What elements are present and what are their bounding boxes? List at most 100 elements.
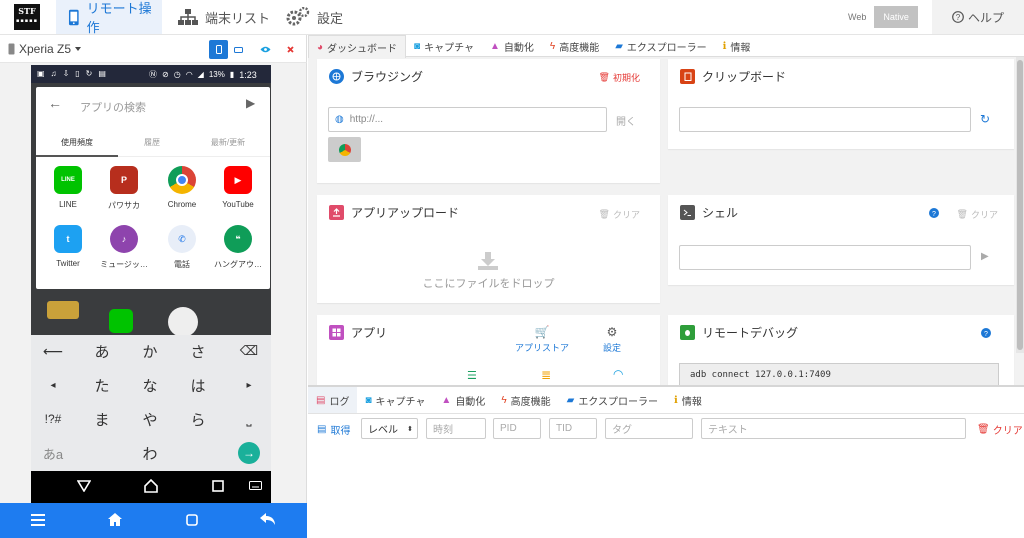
back-arrow-icon[interactable]: ← [48, 95, 62, 111]
question-circle-icon[interactable]: ? [929, 208, 939, 218]
tab-history[interactable]: 履歴 [118, 137, 186, 148]
dashboard-scrollbar[interactable] [1016, 57, 1024, 353]
keyboard-mode-key[interactable]: あa [31, 437, 75, 469]
web-mode-button[interactable]: Web [840, 6, 874, 28]
stf-logo[interactable]: STF ▪▪▪▪▪ [14, 4, 40, 30]
android-keyboard-icon[interactable] [249, 481, 262, 490]
upload-clear-button[interactable]: 🗑 クリア [599, 208, 640, 221]
view-button[interactable] [256, 40, 275, 59]
play-icon[interactable]: ▶ [981, 251, 989, 262]
tab-info[interactable]: ℹ 情報 [715, 35, 759, 57]
reset-button[interactable]: 🗑 初期化 [599, 71, 640, 84]
android-recents-icon[interactable] [212, 480, 224, 492]
back-icon[interactable] [260, 513, 275, 526]
text-filter-input[interactable]: テキスト [701, 418, 966, 439]
tab-info[interactable]: ℹ 情報 [666, 387, 710, 413]
stop-using-button[interactable] [281, 40, 300, 59]
kana-key[interactable]: か [127, 335, 173, 367]
app-music[interactable]: ♪ ミュージッ… [95, 225, 153, 270]
keyboard-right-key[interactable]: ▸ [227, 369, 271, 401]
home-google-icon[interactable] [168, 307, 198, 337]
menu-icon[interactable] [31, 514, 45, 526]
app-pawasaka[interactable]: P パワサカ [95, 166, 153, 211]
app-line[interactable]: LINE LINE [39, 166, 97, 209]
adb-command[interactable]: adb connect 127.0.0.1:7409 [679, 363, 999, 385]
kana-key[interactable]: ま [79, 403, 125, 435]
android-home-icon[interactable] [144, 479, 158, 493]
pid-filter-input[interactable]: PID [493, 418, 541, 439]
app-store-button[interactable]: 🛒 アプリストア [507, 325, 577, 354]
sync-icon: ↻ [85, 69, 93, 78]
square-icon[interactable] [186, 514, 198, 526]
kana-key[interactable]: や [127, 403, 173, 435]
tab-automation[interactable]: ▲ 自動化 [433, 387, 493, 413]
app-hangouts[interactable]: ❝ ハングアウ… [209, 225, 267, 270]
help-button[interactable]: ? ヘルプ [932, 0, 1024, 34]
nav-tab-settings[interactable]: 設定 [286, 0, 343, 34]
punctuation-key[interactable] [175, 437, 221, 469]
chrome-browser-button[interactable] [328, 137, 361, 162]
clipboard-input[interactable] [679, 107, 971, 132]
home-line-icon[interactable] [109, 309, 133, 333]
tab-capture[interactable]: ◙ キャプチャ [406, 35, 482, 57]
app-search-input[interactable]: アプリの検索 [80, 99, 146, 115]
tab-explorer[interactable]: ▰ エクスプローラー [607, 35, 714, 57]
android-back-icon[interactable] [77, 480, 91, 492]
keyboard-space-key[interactable]: ⎵ [227, 403, 271, 435]
home-icon[interactable] [108, 513, 122, 526]
kana-key[interactable]: は [175, 369, 221, 401]
scrollbar-thumb[interactable] [1017, 60, 1023, 350]
native-mode-button[interactable]: Native [874, 6, 918, 28]
list-icon[interactable]: ≣ [541, 368, 551, 382]
wifi-icon[interactable]: ◠ [613, 367, 623, 381]
home-app-icon[interactable] [47, 301, 79, 319]
dakuten-key[interactable] [79, 437, 125, 469]
nav-tab-remote-control[interactable]: リモート操作 [56, 0, 162, 35]
kana-key[interactable]: わ [127, 437, 173, 469]
app-twitter[interactable]: t Twitter [39, 225, 97, 268]
tab-dashboard[interactable]: ◕ ダッシュボード [308, 35, 407, 58]
url-input[interactable]: ◍ http://... [328, 107, 607, 132]
shell-clear-button[interactable]: 🗑 クリア [957, 208, 998, 221]
tag-filter-input[interactable]: タグ [605, 418, 693, 439]
keyboard-enter-key[interactable]: → [238, 442, 260, 464]
shell-input[interactable] [679, 245, 971, 270]
drop-zone-label[interactable]: ここにファイルをドロップ [317, 275, 660, 291]
portrait-button[interactable] [209, 40, 228, 59]
tab-frequent[interactable]: 使用頻度 [36, 137, 118, 148]
tab-capture[interactable]: ◙ キャプチャ [357, 387, 433, 413]
tab-advanced[interactable]: ϟ 高度機能 [493, 387, 558, 413]
kana-key[interactable]: ら [175, 403, 221, 435]
clear-logs-button[interactable]: 🗑 クリア [977, 422, 1023, 437]
tab-advanced[interactable]: ϟ 高度機能 [542, 35, 607, 57]
time-filter-input[interactable]: 時刻 [426, 418, 486, 439]
kana-key[interactable]: あ [79, 335, 125, 367]
app-youtube[interactable]: ▶ YouTube [209, 166, 267, 209]
keyboard-symbol-key[interactable]: !?# [31, 403, 75, 435]
tid-filter-input[interactable]: TID [549, 418, 597, 439]
tab-automation[interactable]: ▲ 自動化 [482, 35, 542, 57]
get-logs-button[interactable]: ▤ 取得 [317, 422, 350, 437]
keyboard-undo-key[interactable]: ⟵ [31, 335, 75, 367]
level-select[interactable]: レベル ⬍ [361, 418, 418, 439]
device-screen[interactable]: ▣ ♫ ⇩ ▯ ↻ ▤ Ⓝ ⊘ ◷ ◠ ◢ 13% ▮ 1:23 ← アプリの検索 ▶ 使用頻度 … [31, 65, 271, 503]
play-store-icon[interactable]: ▶ [246, 96, 255, 110]
tab-explorer[interactable]: ▰ エクスプローラー [559, 387, 666, 413]
settings-button[interactable]: ⚙ 設定 [597, 325, 627, 354]
tab-logs[interactable]: ▤ ログ [308, 387, 358, 413]
refresh-icon[interactable]: ↻ [980, 112, 990, 126]
question-circle-icon[interactable]: ? [981, 328, 991, 338]
keyboard-left-key[interactable]: ◂ [31, 369, 75, 401]
sliders-icon[interactable]: ☰ [467, 369, 477, 382]
app-chrome[interactable]: Chrome [153, 166, 211, 209]
tab-updated[interactable]: 最新/更新 [186, 137, 270, 148]
app-phone[interactable]: ✆ 電話 [153, 225, 211, 270]
open-button[interactable]: 開く [616, 113, 636, 128]
nav-tab-device-list[interactable]: 端末リスト [178, 0, 270, 34]
landscape-button[interactable] [229, 40, 248, 59]
keyboard-backspace-key[interactable]: ⌫ [227, 335, 271, 367]
device-selector[interactable]: Xperia Z5 [8, 42, 82, 56]
kana-key[interactable]: た [79, 369, 125, 401]
kana-key[interactable]: な [127, 369, 173, 401]
kana-key[interactable]: さ [175, 335, 221, 367]
